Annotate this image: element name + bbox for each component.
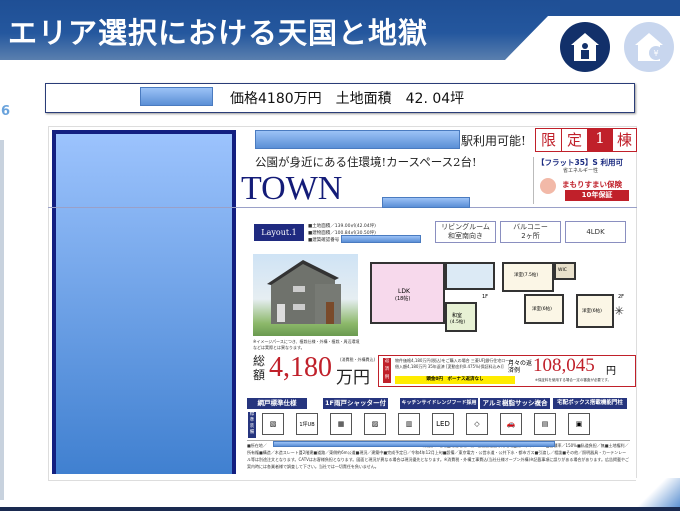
property-details: ■所在地／ 線徒歩／宅地■用途地域／第1種低層住居専用地域■建ぺい率／60%■容… [247,442,630,478]
total-unit: 万円 [336,368,370,388]
shutter-icon: ▨ [364,413,386,435]
spec-permit: ■建築確認番号 [308,238,340,243]
room-label: 洋室(6帖) [532,307,552,312]
door-icon: ▤ [534,413,556,435]
storage-icon: ◇ [466,413,488,435]
redacted-station [255,130,460,149]
page-title: エリア選択における天国と地獄 [8,16,429,50]
feature-box: 4LDK [565,221,626,243]
washitsu-size: (4.5帖) [450,320,466,325]
floor-plan-2f: 洋室(7.5帖) 洋室(6帖) 洋室(6帖) WIC 2F ✳ [502,262,627,342]
ldk-label: LDK [398,288,410,295]
wic-label: WIC [558,268,567,273]
equipment-tab: 宅配ボックス搭載機能門柱 [553,398,627,409]
station-text: 駅利用可能! [461,134,526,148]
flat35-sub: 省エネルギー性 [563,168,599,174]
floor-plan-1f: LDK (18帖) 和室 (4.5帖) 1F [370,262,495,342]
feature-line: バルコニー [513,223,548,231]
house-exterior-image [253,254,358,336]
equipment-tab: 1F雨戸シャッター付 [323,398,388,409]
led-icon: LED [432,413,454,435]
compass-icon: ✳ [614,304,625,318]
bottom-edge [0,507,680,511]
total-label: 総額 [253,354,266,382]
house-yen-icon[interactable]: ¥ [624,22,674,72]
previous-slide-edge [0,140,4,500]
redacted-address [273,441,555,447]
feature-box: リビングルーム 和室南向き [435,221,496,243]
limited-char: 限 [536,129,562,151]
total-price: 4,180 [269,352,332,383]
monthly-label: 月々の返済例 [508,360,533,374]
feature-line: 和室南向き [448,232,483,240]
page-number: 6 [1,104,11,119]
limited-badge: 限 定 1 棟 [535,128,637,152]
room-label: 洋室(7.5帖) [514,273,539,278]
price-summary-text: 価格4180万円 土地面積 42. 04坪 [230,91,465,107]
ldk-size: (18帖) [395,296,411,302]
redacted-placeholder [140,87,213,106]
divider [48,207,637,208]
feature-line: 2ヶ所 [521,232,540,240]
redacted-town-name [382,197,470,208]
insurance-label: まもりすまい保険 [562,180,622,189]
floor-label: 1F [482,294,489,300]
washitsu-label: 和室 [452,313,463,319]
car-parking-icon: 🚗 [500,413,522,435]
loan-highlight: 頭金0円 ボーナス返済なし [395,376,515,384]
screen-door-icon: ▧ [262,413,284,435]
layout-label: Layout.1 [254,224,304,241]
kitchen-icon: ▦ [330,413,352,435]
total-note: (消費税・外構費込) [340,357,376,362]
house-person-icon[interactable] [560,22,610,72]
spec-land: ■土地面積／139.00㎡(42.04坪) [308,224,376,229]
town-title: TOWN [241,170,343,207]
monthly-price: 108,045 [533,355,595,376]
bathroom-icon: 1坪UB [296,413,318,435]
equipment-tab: 網戸標準仕様 [247,398,307,409]
divider [533,157,534,204]
delivery-box-icon: ▣ [568,413,590,435]
image-note: ※イメージパースにつき、植栽仕様・外構・植栽・周辺環境などは実際とは異なります。 [253,339,360,350]
equipment-tab: キッチンサイドレンジフード採用 [400,398,478,409]
window-icon: ▥ [398,413,420,435]
catch-copy: 公園が身近にある住環境!カースペース2台! [255,155,477,169]
feature-box: バルコニー 2ヶ所 [500,221,561,243]
feature-line: 4LDK [586,227,605,236]
feature-line: リビングルーム [441,223,490,231]
redacted-permit [341,235,421,243]
monthly-note: ※保証料を使用する場合一定の審査が必要です。 [535,378,612,382]
equipment-icons: ▧ 1坪UB ▦ ▨ ▥ LED ◇ 🚗 ▤ ▣ [262,413,590,435]
loan-tag: 返済例 [383,358,391,383]
corner-decoration [636,478,680,508]
equipment-side-label: 標準装備 [248,412,256,438]
limited-char: 定 [562,129,588,151]
monthly-unit: 円 [606,366,616,377]
mascot-icon [540,178,556,194]
limited-char: 1 [588,129,612,151]
equipment-tab: アルミ樹脂サッシ複合窓 [480,398,550,418]
room-label: 洋室(6帖) [582,309,602,314]
insurance-badge: 10年保証 [565,190,629,201]
loan-text: 物件価格4,180万円(税込)をご購入の場合 三菱UFJ銀行住宅ローン 借入額4… [395,358,514,369]
redacted-placeholder-large [52,130,236,474]
limited-char: 棟 [612,129,636,151]
svg-text:¥: ¥ [653,49,658,58]
floor-label: 2F [618,294,625,300]
